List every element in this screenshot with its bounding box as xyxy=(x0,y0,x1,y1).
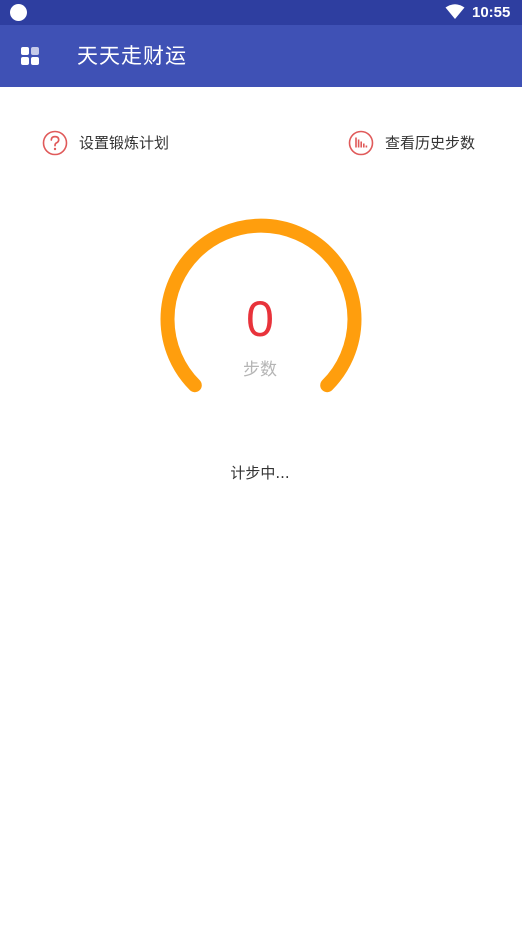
step-unit-label: 步数 xyxy=(243,360,277,380)
bar-chart-circle-icon xyxy=(348,130,374,156)
apps-grid-icon[interactable] xyxy=(21,47,40,66)
status-time: 10:55 xyxy=(472,4,511,21)
set-exercise-plan-label: 设置锻炼计划 xyxy=(79,134,170,152)
app-bar: 天天走财运 xyxy=(0,25,522,87)
view-history-steps-button[interactable]: 查看历史步数 xyxy=(348,129,475,157)
notification-dot-icon xyxy=(10,4,27,21)
wifi-icon xyxy=(445,4,465,19)
counting-status-text: 计步中... xyxy=(230,464,290,482)
app-title: 天天走财运 xyxy=(77,44,187,68)
set-exercise-plan-button[interactable]: 设置锻炼计划 xyxy=(42,129,169,157)
status-bar: 10:55 xyxy=(0,0,522,25)
view-history-steps-label: 查看历史步数 xyxy=(385,134,476,152)
step-count-value: 0 xyxy=(246,291,274,347)
question-circle-icon xyxy=(42,130,68,156)
